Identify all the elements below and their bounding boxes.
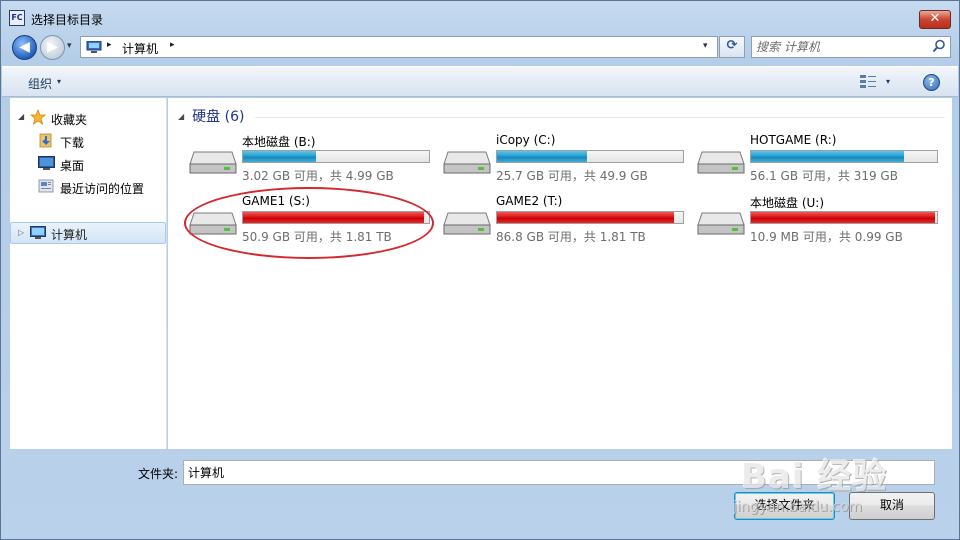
drive-space-info: 50.9 GB 可用，共 1.81 TB (242, 230, 392, 244)
drive-usage-fill (497, 151, 587, 162)
drive-name: 本地磁盘 (U:) (750, 196, 825, 210)
expand-arrow-icon[interactable]: ▷ (18, 228, 24, 237)
drive-space-info: 10.9 MB 可用，共 0.99 GB (750, 230, 903, 244)
sidebar-item-computer[interactable]: ▷ 计算机 (10, 222, 166, 244)
forward-button[interactable]: ▶ (40, 35, 65, 60)
drive-item[interactable]: GAME1 (S:) 50.9 GB 可用，共 1.81 TB (188, 193, 438, 249)
sidebar-item-recent-places[interactable]: 最近访问的位置 (38, 176, 166, 198)
drive-usage-bar (242, 150, 430, 163)
organize-menu[interactable]: 组织 (28, 75, 52, 92)
drive-name: GAME1 (S:) (242, 194, 310, 208)
recent-places-icon (38, 179, 54, 193)
back-button[interactable]: ◀ (12, 35, 37, 60)
close-button[interactable]: ✕ (919, 10, 951, 29)
group-header-hard-drives[interactable]: ◢ 硬盘 (6) (178, 106, 244, 126)
hard-drive-icon (697, 151, 745, 174)
drive-usage-fill (751, 212, 935, 223)
drive-usage-bar (496, 211, 684, 224)
group-label: 硬盘 (6) (192, 109, 245, 125)
drive-name: 本地磁盘 (B:) (242, 135, 316, 149)
hard-drive-icon (443, 151, 491, 174)
drive-usage-fill (751, 151, 904, 162)
drive-usage-bar (242, 211, 430, 224)
drive-usage-fill (243, 151, 316, 162)
sidebar-item-favorites[interactable]: ◢ 收藏夹 (18, 107, 166, 129)
folder-label: 文件夹: (138, 467, 179, 481)
breadcrumb-computer[interactable]: 计算机 (122, 40, 158, 57)
refresh-button[interactable]: ⟳ (719, 36, 745, 58)
drive-item[interactable]: iCopy (C:) 25.7 GB 可用，共 49.9 GB (442, 132, 692, 188)
search-box[interactable] (751, 36, 951, 58)
computer-icon (30, 226, 46, 239)
address-bar[interactable]: ▸ 计算机 ▸ ▾ (80, 36, 718, 58)
drive-usage-bar (750, 211, 938, 224)
chevron-down-icon[interactable]: ▾ (57, 77, 61, 86)
star-icon (30, 109, 46, 125)
select-folder-dialog: FC 选择目标目录 ✕ ◀ ▶ ▾ ▸ 计算机 ▸ ▾ ⟳ 组织 ▾ (0, 0, 960, 540)
window-title: 选择目标目录 (31, 13, 104, 27)
drive-space-info: 56.1 GB 可用，共 319 GB (750, 169, 898, 183)
drive-space-info: 86.8 GB 可用，共 1.81 TB (496, 230, 646, 244)
sidebar-item-label: 最近访问的位置 (60, 182, 145, 196)
drive-name: iCopy (C:) (496, 133, 556, 147)
sidebar-item-desktop[interactable]: 桌面 (38, 153, 166, 175)
sidebar-item-label: 桌面 (60, 159, 85, 173)
recent-pages-dropdown[interactable]: ▾ (67, 41, 72, 51)
drive-space-info: 25.7 GB 可用，共 49.9 GB (496, 169, 648, 183)
drive-usage-bar (750, 150, 938, 163)
address-dropdown[interactable]: ▾ (703, 41, 708, 51)
download-folder-icon (39, 133, 52, 148)
sidebar-item-downloads[interactable]: 下载 (38, 130, 166, 152)
breadcrumb-separator[interactable]: ▸ (170, 40, 175, 50)
expand-arrow-icon[interactable]: ◢ (18, 112, 24, 121)
watermark: Bai 经验 jingyan.baidu.com (731, 441, 956, 536)
help-icon[interactable]: ? (923, 74, 940, 91)
hard-drive-icon (443, 212, 491, 235)
drive-name: HOTGAME (R:) (750, 133, 837, 147)
content-pane: ◢ 硬盘 (6) 本地磁盘 (B:) 3.02 GB 可用，共 4.99 GB iCo… (168, 98, 952, 449)
sidebar-item-label: 收藏夹 (51, 113, 88, 127)
sidebar-item-label: 下载 (60, 136, 85, 150)
command-bar: 组织 ▾ ▾ ? (2, 66, 958, 97)
breadcrumb-separator[interactable]: ▸ (107, 40, 112, 50)
drive-usage-bar (496, 150, 684, 163)
navigation-pane: ◢ 收藏夹 下载 桌面 最近访问的位置 ▷ 计算机 (10, 98, 167, 449)
hard-drive-icon (697, 212, 745, 235)
sidebar-item-label: 计算机 (51, 228, 88, 242)
title-bar: FC 选择目标目录 ✕ (1, 1, 959, 31)
drive-usage-fill (243, 212, 424, 223)
select-folder-button[interactable]: 选择文件夹 (734, 492, 835, 520)
drive-name: GAME2 (T:) (496, 194, 563, 208)
hard-drive-icon (189, 151, 237, 174)
drive-item[interactable]: 本地磁盘 (B:) 3.02 GB 可用，共 4.99 GB (188, 132, 438, 188)
app-icon: FC (9, 10, 25, 26)
drive-item[interactable]: 本地磁盘 (U:) 10.9 MB 可用，共 0.99 GB (696, 193, 946, 249)
drive-usage-fill (497, 212, 674, 223)
search-input[interactable] (756, 39, 926, 55)
drive-space-info: 3.02 GB 可用，共 4.99 GB (242, 169, 394, 183)
view-options-icon[interactable] (860, 75, 876, 89)
drive-item[interactable]: GAME2 (T:) 86.8 GB 可用，共 1.81 TB (442, 193, 692, 249)
computer-icon (86, 41, 102, 53)
chevron-down-icon[interactable]: ▾ (886, 77, 890, 86)
search-icon[interactable] (932, 39, 946, 53)
cancel-button[interactable]: 取消 (849, 492, 935, 520)
collapse-arrow-icon[interactable]: ◢ (178, 112, 184, 121)
folder-name-input[interactable] (183, 460, 935, 485)
group-divider (255, 117, 945, 118)
hard-drive-icon (189, 212, 237, 235)
drive-item[interactable]: HOTGAME (R:) 56.1 GB 可用，共 319 GB (696, 132, 946, 188)
desktop-icon (38, 156, 55, 170)
